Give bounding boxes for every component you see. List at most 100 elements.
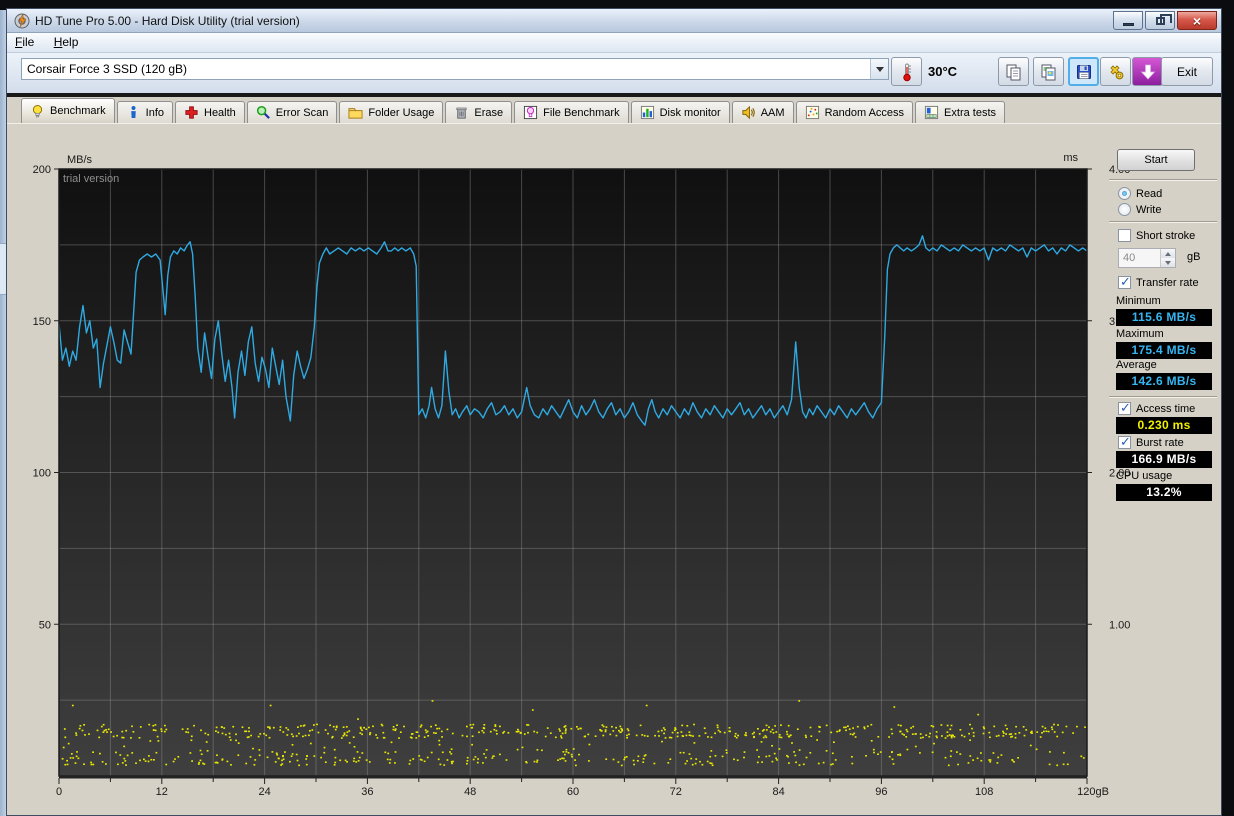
tab-label: AAM (760, 106, 785, 119)
capacity-unit-label: gB (1187, 251, 1201, 263)
minimum-label: Minimum (1116, 295, 1161, 307)
bar-chart-icon (640, 105, 655, 120)
close-button[interactable]: × (1177, 11, 1217, 30)
menu-help[interactable]: Help (46, 33, 87, 51)
svg-text:100: 100 (33, 468, 51, 480)
save-button[interactable] (1068, 57, 1099, 86)
magnifier-icon (256, 105, 271, 120)
write-radio[interactable] (1118, 203, 1131, 216)
access-time-label: Access time (1136, 402, 1196, 415)
minimum-value: 115.6 MB/s (1116, 309, 1212, 326)
tab-info[interactable]: Info (116, 101, 173, 123)
svg-text:108: 108 (975, 786, 993, 798)
tab-aam[interactable]: AAM (731, 101, 794, 123)
average-label: Average (1116, 359, 1157, 371)
toolbar-divider (7, 93, 1221, 97)
capacity-stepper[interactable]: 40 (1118, 248, 1176, 268)
minimize-button[interactable] (1113, 11, 1143, 30)
tab-extra-tests[interactable]: Extra tests (915, 101, 1006, 123)
extra-tests-icon (924, 105, 939, 120)
up-arrow-icon (1165, 251, 1171, 256)
separator (1109, 396, 1217, 398)
tab-label: Folder Usage (368, 106, 435, 119)
stepper-down-button[interactable] (1161, 258, 1175, 267)
capacity-value: 40 (1123, 252, 1136, 264)
separator (1109, 221, 1217, 223)
short-stroke-checkbox[interactable] (1118, 229, 1131, 242)
tab-label: Error Scan (275, 106, 329, 119)
info-icon (126, 105, 141, 120)
stepper-up-button[interactable] (1161, 249, 1175, 258)
window-controls: × (1113, 11, 1217, 30)
floppy-icon (1075, 63, 1093, 81)
tab-file-benchmark[interactable]: File Benchmark (514, 101, 629, 123)
transfer-rate-checkbox[interactable] (1118, 275, 1131, 290)
tab-benchmark[interactable]: Benchmark (21, 98, 115, 123)
copy-icon (1005, 63, 1023, 81)
burst-rate-checkbox[interactable] (1118, 435, 1131, 450)
gear-icon (1107, 63, 1125, 81)
minimize-icon (1122, 23, 1134, 26)
speaker-icon (741, 105, 756, 120)
svg-text:200: 200 (33, 164, 51, 176)
copy-text-button[interactable] (998, 57, 1029, 86)
temperature-value: 30°C (928, 64, 958, 79)
svg-text:120gB: 120gB (1077, 786, 1109, 798)
tab-random-access[interactable]: Random Access (795, 101, 914, 123)
read-radio-row: Read (1118, 187, 1162, 200)
tab-folder-usage[interactable]: Folder Usage (339, 101, 444, 123)
menu-file[interactable]: File (7, 33, 42, 51)
tab-error-scan[interactable]: Error Scan (246, 101, 338, 123)
tab-health[interactable]: Health (175, 101, 245, 123)
burst-rate-value: 166.9 MB/s (1116, 451, 1212, 468)
tab-label: Benchmark (50, 105, 106, 117)
folder-icon (348, 105, 363, 120)
svg-text:96: 96 (875, 786, 887, 798)
desktop-background: HD Tune Pro 5.00 - Hard Disk Utility (tr… (0, 0, 1234, 816)
separator (1109, 179, 1217, 181)
drive-selector-value: Corsair Force 3 SSD (120 gB) (27, 62, 188, 76)
exit-button[interactable]: Exit (1161, 57, 1213, 86)
access-time-row: Access time (1118, 401, 1196, 416)
write-radio-row: Write (1118, 203, 1161, 216)
svg-text:48: 48 (464, 786, 476, 798)
write-radio-label: Write (1136, 203, 1162, 216)
transfer-rate-row: Transfer rate (1118, 275, 1199, 290)
menu-bar: File Help (7, 33, 1221, 53)
tab-strip: Benchmark Info Health Error Scan Folder Usag… (21, 98, 1007, 123)
file-bulb-icon (523, 105, 538, 120)
tab-content-edge (7, 123, 1221, 124)
start-button[interactable]: Start (1117, 149, 1195, 171)
tab-label: Disk monitor (659, 106, 721, 119)
tab-disk-monitor[interactable]: Disk monitor (630, 101, 730, 123)
svg-text:50: 50 (39, 619, 51, 631)
tab-label: Info (145, 106, 164, 119)
access-time-checkbox[interactable] (1118, 401, 1131, 416)
bulb-icon (30, 104, 45, 119)
cpu-usage-value: 13.2% (1116, 484, 1212, 501)
dropdown-arrow-icon (870, 59, 888, 79)
tab-label: File Benchmark (543, 106, 620, 119)
window-title: HD Tune Pro 5.00 - Hard Disk Utility (tr… (35, 14, 300, 28)
options-button[interactable] (1100, 57, 1131, 86)
svg-text:12: 12 (156, 786, 168, 798)
svg-text:MB/s: MB/s (67, 154, 93, 166)
close-icon: × (1192, 12, 1202, 29)
app-icon (14, 13, 30, 29)
restore-button[interactable] (1145, 11, 1175, 30)
burst-rate-label: Burst rate (1136, 436, 1184, 449)
tab-label: Random Access (824, 106, 905, 119)
drive-selector[interactable]: Corsair Force 3 SSD (120 gB) (21, 58, 889, 80)
read-radio[interactable] (1118, 187, 1131, 200)
svg-text:84: 84 (772, 786, 784, 798)
copy-image-button[interactable] (1033, 57, 1064, 86)
svg-text:ms: ms (1063, 152, 1078, 164)
download-button[interactable] (1132, 57, 1163, 86)
svg-text:72: 72 (670, 786, 682, 798)
tab-label: Erase (474, 106, 504, 119)
temperature-button[interactable] (891, 57, 922, 86)
cpu-usage-label: CPU usage (1116, 470, 1173, 482)
svg-text:150: 150 (33, 316, 51, 328)
trash-icon (454, 105, 469, 120)
tab-erase[interactable]: Erase (445, 101, 513, 123)
